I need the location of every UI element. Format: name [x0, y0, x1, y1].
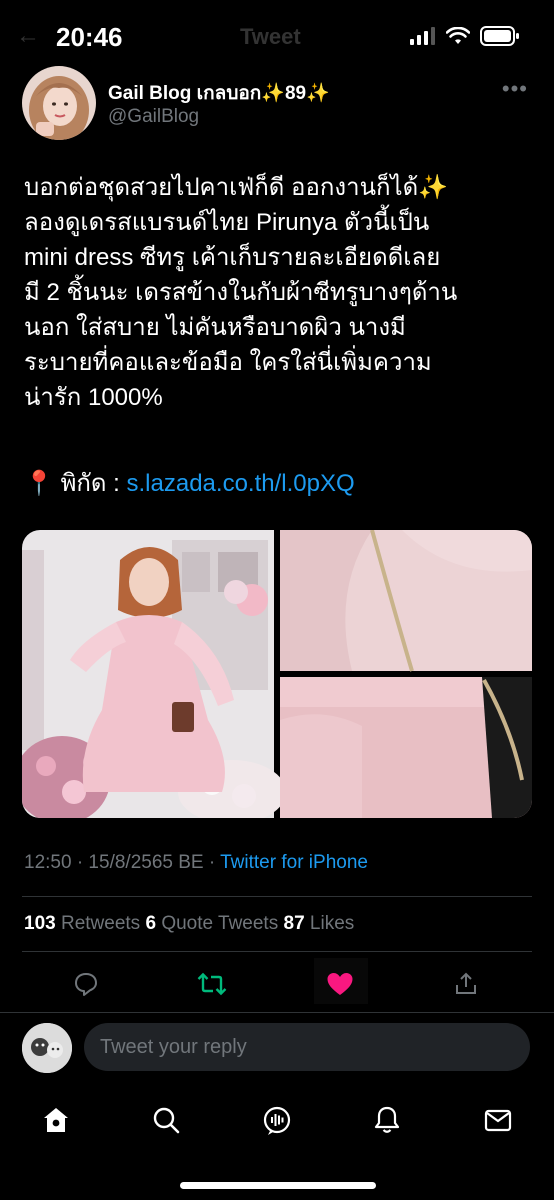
back-arrow-icon[interactable]: ←: [16, 22, 40, 50]
messages-icon[interactable]: [476, 1098, 520, 1142]
more-options-icon[interactable]: •••: [502, 76, 528, 102]
tweet-text-line: มี 2 ชิ้นนะ เดรสข้างในกับผ้าซีทรูบางๆด้า…: [24, 279, 458, 306]
media-grid: [22, 530, 532, 818]
tweet-header: Gail Blog เกลบอก✨89✨ @GailBlog •••: [22, 66, 534, 140]
location-line: 📍 พิกัด : s.lazada.co.th/l.0pXQ: [24, 463, 355, 502]
tweet-timestamp: 12:50 · 15/8/2565 BE ·: [24, 852, 221, 873]
reply-icon[interactable]: [66, 964, 106, 1004]
signal-icon: [410, 27, 435, 45]
photo-fabric-detail-bottom[interactable]: [280, 677, 532, 818]
my-avatar[interactable]: [22, 1023, 72, 1073]
product-link[interactable]: s.lazada.co.th/l.0pXQ: [127, 470, 355, 497]
screen-title: Tweet: [240, 24, 301, 49]
status-bar: ← Tweet 20:46: [0, 0, 554, 70]
search-icon[interactable]: [144, 1098, 188, 1142]
like-icon[interactable]: [320, 964, 360, 1004]
author-name[interactable]: Gail Blog เกลบอก✨89✨: [108, 78, 330, 108]
divider: [22, 896, 532, 897]
tweet-text-line: น่ารัก 1000%: [24, 384, 163, 411]
wifi-icon: [446, 27, 470, 44]
tweet-text-line: บอกต่อชุดสวยไปคาเฟ่ก็ดี ออกงานก็ได้✨: [24, 174, 449, 201]
tweet-source[interactable]: Twitter for iPhone: [220, 852, 368, 873]
quotes-label[interactable]: Quote Tweets: [156, 913, 283, 934]
clock: 20:46: [56, 22, 123, 52]
photo-dress-full[interactable]: [22, 530, 286, 818]
tweet-text-line: ระบายที่คอและข้อมือ ใครใส่นี่เพิ่มความ: [24, 349, 432, 376]
author-avatar[interactable]: [22, 66, 96, 140]
photo-fabric-detail-top[interactable]: [280, 530, 532, 672]
tweet-stats: 103 Retweets 6 Quote Tweets 87 Likes: [24, 913, 354, 935]
tweet-text-line: mini dress ซีทรู เค้าเก็บรายละเอียดดีเลย: [24, 244, 441, 271]
divider: [22, 951, 532, 952]
reply-bar: [0, 1012, 554, 1085]
status-icons: [410, 26, 520, 46]
location-label: พิกัด :: [60, 470, 127, 497]
battery-icon: [480, 26, 519, 46]
share-icon[interactable]: [446, 964, 486, 1004]
tweet-meta: 12:50 · 15/8/2565 BE · Twitter for iPhon…: [24, 852, 368, 874]
retweets-label[interactable]: Retweets: [56, 913, 146, 934]
tweet-text-line: ลองดูเดรสแบรนด์ไทย Pirunya ตัวนี้เป็น: [24, 209, 430, 236]
home-icon[interactable]: [34, 1098, 78, 1142]
notifications-icon[interactable]: [365, 1098, 409, 1142]
author-handle[interactable]: @GailBlog: [108, 106, 199, 128]
likes-label[interactable]: Likes: [305, 913, 354, 934]
retweet-icon[interactable]: [192, 964, 232, 1004]
tweet-text-line: นอก ใส่สบาย ไม่คันหรือบาดผิว นางมี: [24, 314, 406, 341]
quotes-count[interactable]: 6: [145, 913, 156, 934]
pin-icon: 📍: [24, 470, 54, 497]
retweets-count[interactable]: 103: [24, 913, 56, 934]
spaces-icon[interactable]: [255, 1098, 299, 1142]
tweet-actions: [22, 958, 532, 1008]
tweet-text: บอกต่อชุดสวยไปคาเฟ่ก็ดี ออกงานก็ได้✨ ลอง…: [24, 170, 534, 415]
reply-input[interactable]: [84, 1023, 530, 1071]
home-indicator: [180, 1182, 376, 1189]
likes-count[interactable]: 87: [284, 913, 305, 934]
